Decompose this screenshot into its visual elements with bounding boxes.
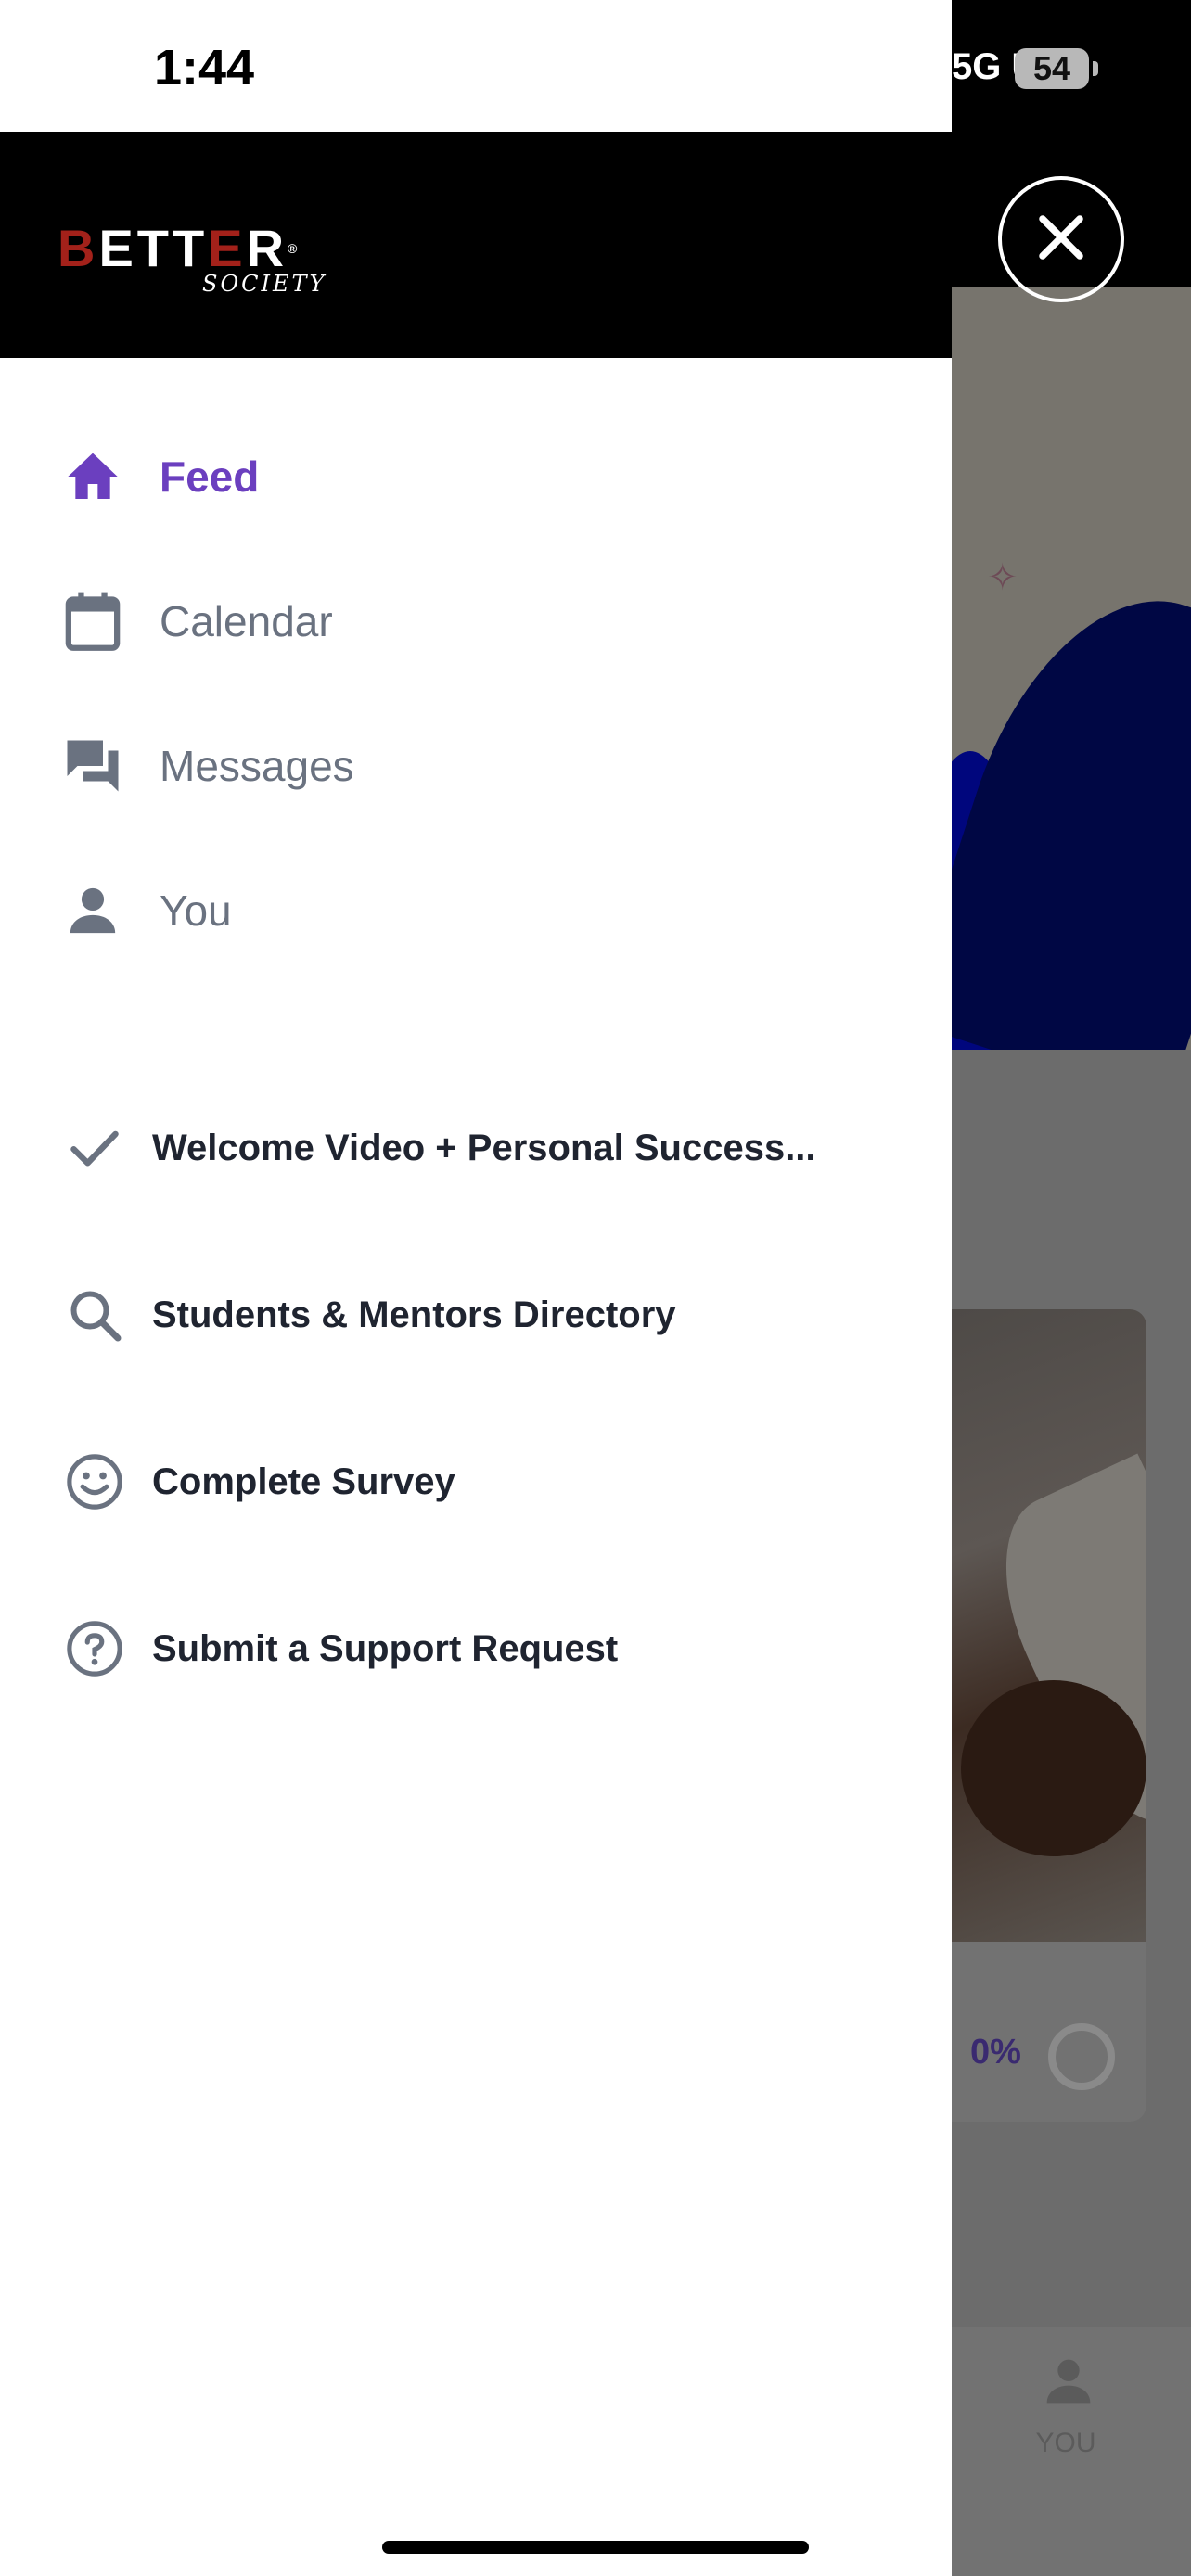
leaf-decoration: [952, 562, 1191, 1050]
logo-wordmark: BETTER®: [58, 221, 301, 276]
link-directory[interactable]: Students & Mentors Directory: [0, 1259, 952, 1371]
close-menu-button[interactable]: [998, 176, 1124, 302]
link-label: Complete Survey: [152, 1460, 455, 1502]
background-course-card: 0%: [952, 1309, 1146, 2122]
star-decoration: ✧: [987, 557, 1018, 598]
link-label: Submit a Support Request: [152, 1627, 619, 1669]
navigation-drawer: 1:44 BETTER® SOCIETY Feed Calendar Messa…: [0, 0, 952, 2576]
link-welcome-video[interactable]: Welcome Video + Personal Success...: [0, 1092, 952, 1204]
check-icon: [63, 1116, 126, 1180]
nav-item-calendar[interactable]: Calendar: [0, 566, 952, 677]
battery-indicator: 54: [1015, 48, 1089, 89]
nav-item-label: Messages: [160, 742, 354, 790]
search-icon: [63, 1283, 126, 1346]
status-time: 1:44: [154, 40, 255, 96]
registered-mark: ®: [288, 241, 301, 256]
logo-subtitle: SOCIETY: [202, 271, 327, 297]
logo-letter: R: [246, 219, 288, 277]
background-hero-illustration: ✧: [952, 287, 1191, 1050]
logo-letter: B: [58, 219, 99, 277]
home-icon: [59, 443, 126, 510]
link-label: Students & Mentors Directory: [152, 1294, 676, 1335]
calendar-icon: [59, 588, 126, 655]
progress-ring: [1048, 2023, 1115, 2090]
link-complete-survey[interactable]: Complete Survey: [0, 1426, 952, 1537]
nav-item-label: Feed: [160, 453, 260, 501]
logo-letters: ETT: [98, 219, 209, 277]
home-indicator[interactable]: [382, 2541, 809, 2554]
background-tab-bar: YOU: [952, 2327, 1191, 2576]
nav-item-label: You: [160, 886, 232, 935]
person-icon: [59, 877, 126, 944]
nav-item-feed[interactable]: Feed: [0, 421, 952, 532]
nav-item-label: Calendar: [160, 597, 333, 645]
smiley-icon: [63, 1450, 126, 1513]
nav-item-messages[interactable]: Messages: [0, 710, 952, 822]
status-bar: 1:44: [0, 0, 952, 132]
progress-text: 0%: [970, 2033, 1021, 2072]
link-support-request[interactable]: Submit a Support Request: [0, 1593, 952, 1704]
nav-item-you[interactable]: You: [0, 855, 952, 966]
help-circle-icon: [63, 1617, 126, 1680]
link-label: Welcome Video + Personal Success...: [152, 1127, 816, 1168]
course-card-image: [952, 1309, 1146, 1942]
messages-icon: [59, 733, 126, 799]
brand-header: BETTER® SOCIETY: [0, 132, 952, 358]
tab-you-label: YOU: [1035, 2428, 1096, 2458]
logo-letter: E: [208, 219, 247, 277]
person-icon: [1043, 2353, 1095, 2414]
close-icon: [1033, 210, 1089, 270]
image-detail: [961, 1680, 1146, 1856]
better-society-logo: BETTER® SOCIETY: [58, 221, 336, 304]
battery-tip: [1093, 61, 1098, 76]
